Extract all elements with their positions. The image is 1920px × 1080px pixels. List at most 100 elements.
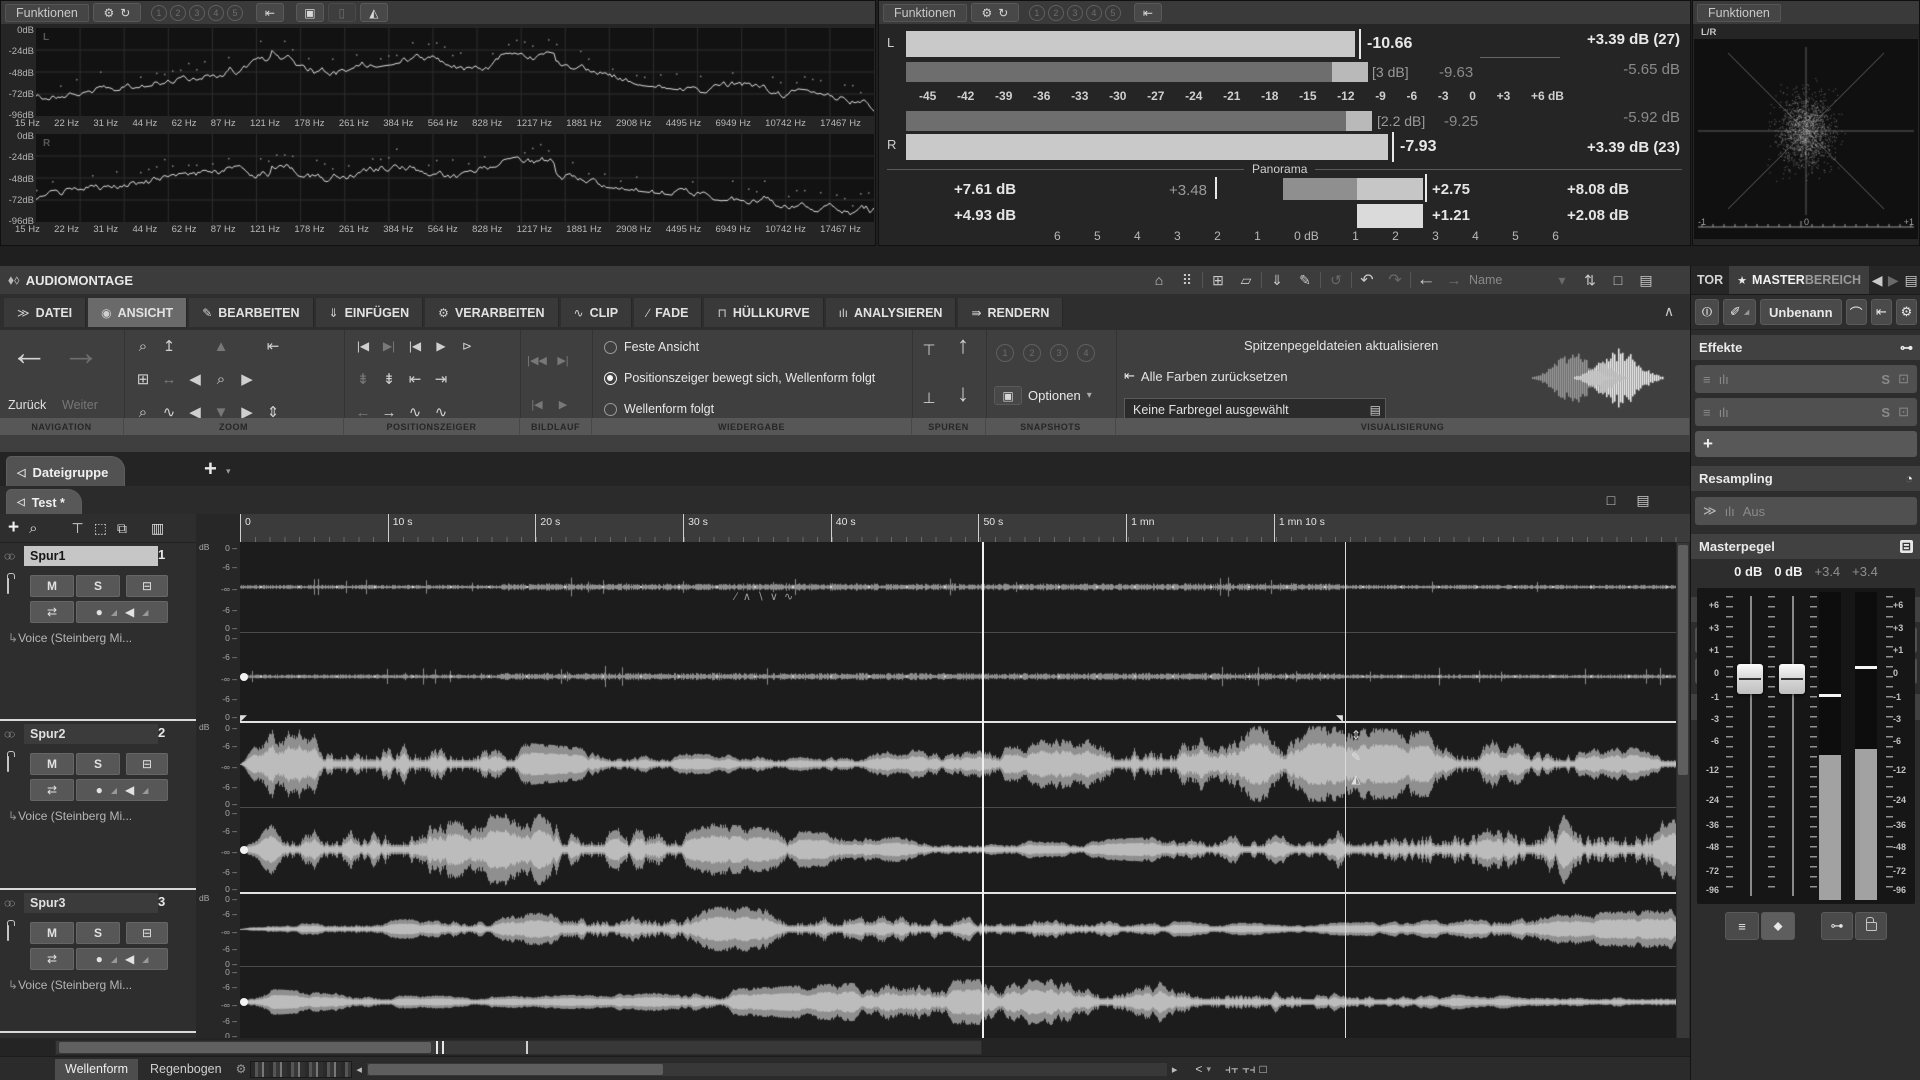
fader-handle[interactable] [1737, 664, 1763, 694]
dock-tab-partial[interactable]: TOR [1691, 273, 1729, 287]
menu-page-icon[interactable]: ▤ [1370, 403, 1381, 417]
gear-icon[interactable]: ⚙ [236, 1062, 247, 1076]
add-filegroup-button[interactable]: + [204, 456, 217, 482]
view-mode-icon[interactable]: □ [1260, 1062, 1267, 1076]
cursor-tool-icon[interactable]: |◀ [350, 334, 376, 358]
view-tab-waveform[interactable]: Wellenform [55, 1058, 138, 1080]
preset-number-button[interactable]: 5 [226, 4, 243, 21]
cursor-tool-icon[interactable]: ▶| [376, 334, 402, 358]
preset-number-button[interactable]: 3 [188, 4, 205, 21]
image-icon[interactable]: ◭ [359, 3, 388, 22]
scroll-tool-icon[interactable]: |◀ [524, 392, 550, 416]
new-window-icon[interactable]: ⊞ [1205, 269, 1231, 291]
zoom-tool-icon[interactable] [234, 334, 260, 358]
spectrometer-settings-group[interactable]: ⚙ ↻ [92, 3, 141, 22]
sync-icon[interactable]: ↺ [1323, 269, 1349, 291]
camera-icon[interactable]: ▣ [994, 386, 1022, 405]
zoom-tool-icon[interactable]: ▶ [234, 367, 260, 391]
mute-button[interactable]: M [30, 753, 74, 775]
cursor-tool-icon[interactable]: ⇥ [428, 367, 454, 391]
fader-handle[interactable] [1779, 664, 1805, 694]
save-as-icon[interactable]: ✎ [1292, 269, 1318, 291]
camera-icon[interactable]: ▣ [295, 3, 324, 22]
solo-button[interactable]: S [76, 575, 120, 597]
lock-icon[interactable] [7, 578, 9, 594]
gear-icon[interactable]: ⚙ [981, 6, 992, 20]
ribbon-tab[interactable]: ◉ ANSICHT [88, 298, 188, 327]
playhead-cursor[interactable] [982, 542, 984, 1038]
ribbon-tab[interactable]: ⊓ HÜLLKURVE [704, 298, 824, 327]
envelope-anchor[interactable] [240, 998, 248, 1006]
ribbon-tab[interactable]: ∿ CLIP [560, 298, 633, 327]
cursor-tool-icon[interactable]: ⇟ [376, 367, 402, 391]
fade-handle[interactable]: ◤ [240, 713, 247, 724]
zoom-tool-icon[interactable] [260, 367, 286, 391]
reset-icon[interactable]: ⇤ [255, 3, 284, 22]
search-icon[interactable]: ⌕ [29, 520, 37, 537]
zoom-tool-icon[interactable]: ⌕ [208, 367, 234, 391]
meter-bars-icon[interactable]: ▥ [151, 520, 164, 537]
tab-next-icon[interactable]: ▶ [1885, 269, 1901, 291]
window-icon[interactable]: ⊟ [1899, 540, 1913, 553]
marquee-icon[interactable]: ⬚ [94, 520, 107, 537]
track-name[interactable]: Spur1 [24, 546, 158, 566]
chevron-down-icon[interactable]: ▾ [226, 466, 231, 477]
scroll-tool-icon[interactable]: ▶ [550, 392, 576, 416]
preset-number-button[interactable]: 4 [207, 4, 224, 21]
playback-option-1[interactable]: Feste Ansicht [604, 340, 699, 354]
save-icon[interactable]: ⇓ [1264, 269, 1290, 291]
record-monitor-button[interactable]: ● ◢ ◀ ◢ [76, 601, 168, 623]
waveform-canvas[interactable] [240, 542, 1690, 1038]
master-fader-right[interactable] [1779, 592, 1805, 900]
home-icon[interactable]: ⌂ [1146, 269, 1172, 291]
timeline-ruler[interactable]: 0 10 s 20 s 30 s 40 s 50 s1 mn 1 mn 10 s [240, 514, 1690, 542]
zoom-tool-icon[interactable]: ⊞ [130, 367, 156, 391]
track-plugin-label[interactable]: ↳Voice (Steinberg Mi... [8, 978, 132, 992]
master-level-header[interactable]: Masterpegel ⊟ [1691, 534, 1920, 559]
ribbon-tab[interactable]: ılı ANALYSIEREN [825, 298, 957, 327]
tab-prev-icon[interactable]: ◀ [1869, 269, 1885, 291]
overview-strip[interactable] [55, 1040, 982, 1055]
filegroup-tab[interactable]: ◁ Dateigruppe [6, 456, 126, 487]
forward-arrow-icon[interactable]: → [1441, 269, 1467, 291]
preset-number-button[interactable]: 1 [150, 4, 167, 21]
solo-button[interactable]: S [76, 922, 120, 944]
zoom-tool-icon[interactable]: ↔ [156, 367, 182, 391]
filter-icon[interactable]: ⇅ [1577, 269, 1603, 291]
radio-icon[interactable] [604, 402, 617, 416]
scroll-tool-icon[interactable]: ▶| [550, 348, 576, 372]
preset-number-button[interactable]: 3 [1066, 4, 1083, 21]
mute-button[interactable]: M [30, 575, 74, 597]
add-track-button[interactable]: + [8, 517, 19, 539]
folder-icon[interactable]: ▱ [1233, 269, 1259, 291]
scroll-left-icon[interactable]: ◂ [356, 1063, 362, 1076]
preset-name-button[interactable]: Unbenann [1760, 299, 1842, 325]
resampling-header[interactable]: Resampling ◔ [1691, 466, 1920, 491]
zoom-tool-icon[interactable]: ▲ [208, 334, 234, 358]
dock-tab-masterbereich[interactable]: ★ MASTER BEREICH [1729, 266, 1870, 294]
view-mode-icon[interactable]: ⫟⫞ [1242, 1062, 1255, 1077]
chain-icon[interactable]: ⊶ [1821, 912, 1853, 940]
lock-icon[interactable] [7, 756, 9, 772]
nav-back-icon[interactable]: ← [10, 332, 48, 375]
reset-icon[interactable]: ⇤ [1133, 3, 1162, 22]
grid-icon[interactable]: ⠿ [1174, 269, 1200, 291]
radio-icon[interactable] [604, 340, 617, 354]
preset-number-button[interactable]: 1 [1028, 4, 1045, 21]
collapse-ribbon-icon[interactable]: ∧ [1656, 300, 1682, 322]
track-up-icon[interactable]: ↑ [950, 332, 976, 359]
record-monitor-button[interactable]: ● ◢ ◀ ◢ [76, 779, 168, 801]
preset-number-button[interactable]: 2 [169, 4, 186, 21]
panel-list-icon[interactable]: ▤ [1901, 269, 1920, 291]
spectrometer-functions-menu[interactable]: Funktionen [5, 3, 89, 22]
meter-functions-menu[interactable]: Funktionen [883, 3, 967, 22]
track-plugin-label[interactable]: ↳Voice (Steinberg Mi... [8, 809, 132, 823]
view-mode-icon[interactable]: ⫞⫟ [1225, 1062, 1238, 1077]
zoom-tool-icon[interactable]: ⌕ [130, 334, 156, 358]
cursor-tool-icon[interactable]: ⇤ [402, 367, 428, 391]
refresh-icon[interactable]: ↻ [120, 6, 130, 20]
waveform-area[interactable]: ∕∧∖∨∿ ⇕ ✎ ◭ ◤ ◥ [240, 542, 1690, 1038]
vertical-scrollbar[interactable] [1676, 542, 1690, 1040]
ribbon-tab[interactable]: ⇓ EINFÜGEN [315, 298, 424, 327]
shuffle-button[interactable]: ⇄ [30, 779, 74, 801]
